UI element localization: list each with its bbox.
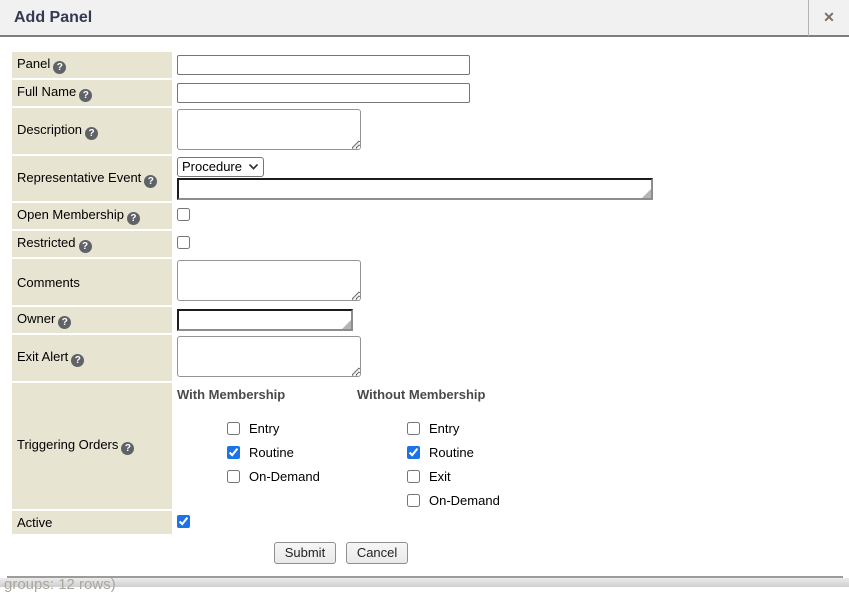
option-label: Routine <box>249 445 294 460</box>
representative-event-label-cell: Representative Event? <box>12 156 172 201</box>
active-checkbox[interactable] <box>177 515 190 528</box>
with-membership-column: With Membership Entry Routine <box>177 385 357 508</box>
active-label-cell: Active <box>12 511 172 534</box>
help-icon[interactable]: ? <box>53 61 66 74</box>
cancel-button[interactable]: Cancel <box>346 542 408 564</box>
owner-input-wrap <box>177 309 353 331</box>
dialog-bottom-edge <box>7 576 843 578</box>
close-icon: ✕ <box>823 9 835 26</box>
background-strip <box>0 578 849 587</box>
table-row: Triggering Orders? With Membership Entry <box>12 383 654 509</box>
chevron-down-icon <box>249 164 258 170</box>
with-entry-option[interactable]: Entry <box>227 421 357 436</box>
help-icon[interactable]: ? <box>71 354 84 367</box>
restricted-label: Restricted <box>17 235 76 250</box>
owner-input[interactable] <box>179 311 351 329</box>
without-membership-header: Without Membership <box>357 385 537 402</box>
description-label-cell: Description? <box>12 108 172 154</box>
table-row: Restricted? <box>12 231 654 257</box>
with-on-demand-option[interactable]: On-Demand <box>227 469 357 484</box>
representative-event-label: Representative Event <box>17 170 141 185</box>
triggering-orders-label: Triggering Orders <box>17 437 118 452</box>
background-clipped-text: groups: 12 rows) <box>4 576 116 593</box>
with-on-demand-checkbox[interactable] <box>227 470 240 483</box>
without-routine-checkbox[interactable] <box>407 446 420 459</box>
help-icon[interactable]: ? <box>79 240 92 253</box>
without-entry-option[interactable]: Entry <box>407 421 537 436</box>
option-label: On-Demand <box>249 469 320 484</box>
full-name-label: Full Name <box>17 84 76 99</box>
full-name-label-cell: Full Name? <box>12 80 172 106</box>
option-label: Entry <box>429 421 459 436</box>
option-label: Routine <box>429 445 474 460</box>
full-name-input[interactable] <box>177 83 470 103</box>
table-row: Description? <box>12 108 654 154</box>
open-membership-label-cell: Open Membership? <box>12 203 172 229</box>
close-button[interactable]: ✕ <box>808 0 849 36</box>
description-textarea[interactable] <box>177 109 361 150</box>
with-routine-option[interactable]: Routine <box>227 445 357 460</box>
with-routine-checkbox[interactable] <box>227 446 240 459</box>
help-icon[interactable]: ? <box>144 175 157 188</box>
selected-option-label: Procedure <box>182 159 242 174</box>
representative-event-input[interactable] <box>179 180 651 198</box>
form-actions: Submit Cancel <box>12 542 670 564</box>
exit-alert-textarea[interactable] <box>177 336 361 377</box>
panel-label-cell: Panel? <box>12 52 172 78</box>
description-label: Description <box>17 122 82 137</box>
help-icon[interactable]: ? <box>121 442 134 455</box>
with-entry-checkbox[interactable] <box>227 422 240 435</box>
without-entry-checkbox[interactable] <box>407 422 420 435</box>
table-row: Panel? <box>12 52 654 78</box>
table-row: Full Name? <box>12 80 654 106</box>
comments-label-cell: Comments <box>12 259 172 305</box>
panel-label: Panel <box>17 56 50 71</box>
owner-label: Owner <box>17 311 55 326</box>
resize-grip-icon <box>342 320 351 329</box>
panel-input[interactable] <box>177 55 470 75</box>
submit-button[interactable]: Submit <box>274 542 336 564</box>
without-exit-checkbox[interactable] <box>407 470 420 483</box>
restricted-label-cell: Restricted? <box>12 231 172 257</box>
page-title: Add Panel <box>14 9 808 27</box>
help-icon[interactable]: ? <box>58 316 71 329</box>
owner-label-cell: Owner? <box>12 307 172 333</box>
restricted-checkbox[interactable] <box>177 236 190 249</box>
without-on-demand-checkbox[interactable] <box>407 494 420 507</box>
with-membership-header: With Membership <box>177 385 357 402</box>
active-label: Active <box>17 515 52 530</box>
dialog-header: Add Panel ✕ <box>0 0 849 37</box>
representative-event-type-select[interactable]: Procedure <box>177 157 264 177</box>
table-row: Representative Event? Procedure <box>12 156 654 201</box>
exit-alert-label-cell: Exit Alert? <box>12 335 172 381</box>
without-routine-option[interactable]: Routine <box>407 445 537 460</box>
table-row: Active <box>12 511 654 534</box>
table-row: Comments <box>12 259 654 305</box>
triggering-orders-label-cell: Triggering Orders? <box>12 383 172 509</box>
representative-event-input-wrap <box>177 178 653 200</box>
exit-alert-label: Exit Alert <box>17 349 68 364</box>
option-label: On-Demand <box>429 493 500 508</box>
table-row: Open Membership? <box>12 203 654 229</box>
resize-grip-icon <box>642 189 651 198</box>
without-exit-option[interactable]: Exit <box>407 469 537 484</box>
without-on-demand-option[interactable]: On-Demand <box>407 493 537 508</box>
comments-textarea[interactable] <box>177 260 361 301</box>
option-label: Exit <box>429 469 451 484</box>
option-label: Entry <box>249 421 279 436</box>
table-row: Owner? <box>12 307 654 333</box>
table-row: Exit Alert? <box>12 335 654 381</box>
without-membership-column: Without Membership Entry Routine <box>357 385 537 508</box>
open-membership-checkbox[interactable] <box>177 208 190 221</box>
open-membership-label: Open Membership <box>17 207 124 222</box>
add-panel-dialog: Add Panel ✕ Panel? Full Name? Descriptio… <box>0 0 849 576</box>
triggering-orders-group: With Membership Entry Routine <box>177 385 653 508</box>
help-icon[interactable]: ? <box>79 89 92 102</box>
help-icon[interactable]: ? <box>127 212 140 225</box>
help-icon[interactable]: ? <box>85 127 98 140</box>
comments-label: Comments <box>17 275 80 290</box>
add-panel-form: Panel? Full Name? Description? R <box>12 50 654 536</box>
